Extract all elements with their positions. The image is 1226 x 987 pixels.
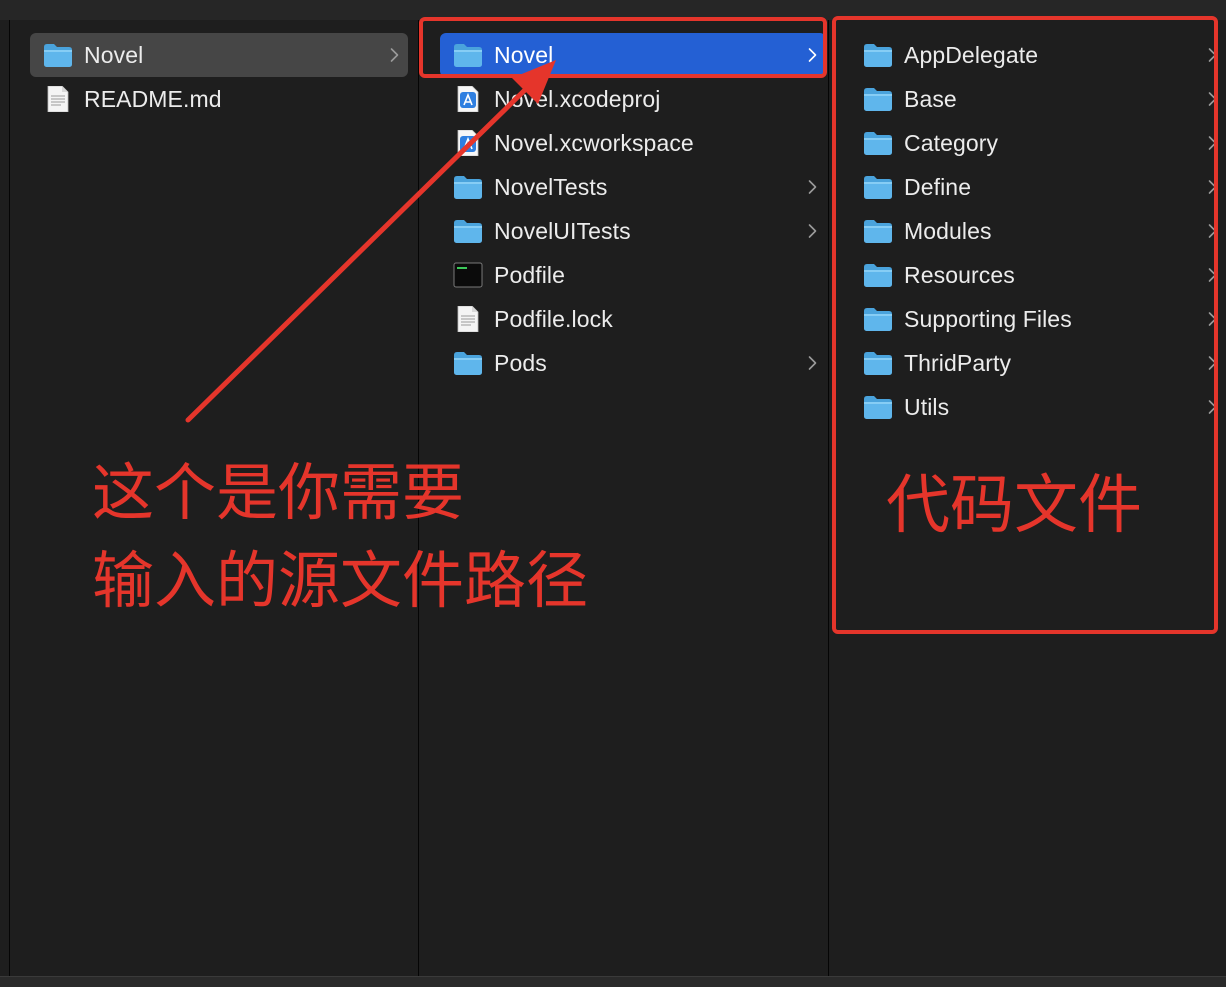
file-row-novel[interactable]: Novel — [30, 33, 408, 77]
column-gutter — [0, 20, 10, 976]
file-row-pods[interactable]: Pods — [440, 341, 826, 385]
xcode-project-icon — [453, 85, 483, 113]
file-row-podfile-lock[interactable]: Podfile.lock — [440, 297, 826, 341]
chevron-right-icon — [802, 355, 822, 371]
file-name: Pods — [494, 349, 547, 376]
chevron-right-icon — [384, 47, 404, 63]
annotation-note-line2: 输入的源文件路径 — [92, 544, 589, 617]
file-name: NovelUITests — [494, 217, 631, 244]
path-bar — [0, 976, 1226, 987]
folder-icon — [453, 174, 483, 200]
file-name: Podfile.lock — [494, 305, 613, 332]
folder-icon — [43, 42, 73, 68]
file-name: README.md — [84, 85, 222, 112]
annotation-box-selected-folder — [419, 17, 827, 78]
text-document-icon — [43, 85, 73, 113]
file-row-novel-xcodeproj[interactable]: Novel.xcodeproj — [440, 77, 826, 121]
chevron-right-icon — [802, 179, 822, 195]
file-name: Podfile — [494, 261, 566, 288]
chevron-right-icon — [802, 223, 822, 239]
file-name: Novel.xcworkspace — [494, 129, 694, 156]
browser-column-2[interactable]: Novel Novel.xcodeproj Novel.xcworkspace Nov… — [420, 20, 829, 976]
terminal-file-icon — [453, 262, 483, 288]
file-row-podfile[interactable]: Podfile — [440, 253, 826, 297]
file-name: Novel — [84, 41, 144, 68]
file-row-noveltests[interactable]: NovelTests — [440, 165, 826, 209]
annotation-note-line1: 这个是你需要 — [92, 456, 465, 529]
file-row-readme-md[interactable]: README.md — [30, 77, 408, 121]
file-row-novel-xcworkspace[interactable]: Novel.xcworkspace — [440, 121, 826, 165]
folder-icon — [453, 350, 483, 376]
annotation-note-code-files: 代码文件 — [886, 469, 1142, 543]
file-row-noveluitests[interactable]: NovelUITests — [440, 209, 826, 253]
text-document-icon — [453, 305, 483, 333]
folder-icon — [453, 218, 483, 244]
file-name: NovelTests — [494, 173, 608, 200]
xcode-workspace-icon — [453, 129, 483, 157]
file-name: Novel.xcodeproj — [494, 85, 661, 112]
